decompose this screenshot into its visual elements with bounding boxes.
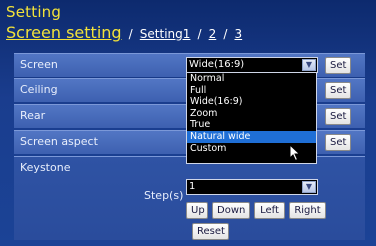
keystone-row: Keystone Step(s) 1 ▼ Up Down Left Right … <box>14 156 365 240</box>
dropdown-option-zoom[interactable]: Zoom <box>187 108 316 120</box>
breadcrumb-separator: / <box>223 27 228 41</box>
screen-select[interactable]: Wide(16:9) ▼ <box>186 57 318 73</box>
breadcrumb: Screen setting / Setting1 / 2 / 3 <box>6 23 370 45</box>
screen-aspect-set-button[interactable]: Set <box>325 134 351 151</box>
keystone-up-button[interactable]: Up <box>186 202 208 219</box>
dropdown-option-true[interactable]: True <box>187 119 316 131</box>
page-link-2[interactable]: 2 <box>209 27 217 41</box>
keystone-down-button[interactable]: Down <box>212 202 250 219</box>
steps-select[interactable]: 1 ▼ <box>186 179 318 195</box>
keystone-label: Keystone <box>20 161 71 174</box>
ceiling-set-button[interactable]: Set <box>325 82 351 99</box>
dropdown-option-normal[interactable]: Normal <box>187 73 316 85</box>
rear-label: Rear <box>20 109 46 122</box>
breadcrumb-separator: / <box>197 27 202 41</box>
screen-aspect-label: Screen aspect <box>20 135 98 148</box>
screen-set-button[interactable]: Set <box>325 57 351 74</box>
page-link-setting1[interactable]: Setting1 <box>140 27 191 41</box>
settings-window: Setting Screen setting / Setting1 / 2 / … <box>0 0 376 246</box>
breadcrumb-separator: / <box>128 27 133 41</box>
mouse-pointer-icon <box>289 144 301 162</box>
dropdown-option-natural-wide[interactable]: Natural wide <box>187 130 316 143</box>
dropdown-option-wide[interactable]: Wide(16:9) <box>187 96 316 108</box>
rear-set-button[interactable]: Set <box>325 108 351 125</box>
steps-label: Step(s) <box>144 189 184 202</box>
page-link-3[interactable]: 3 <box>235 27 243 41</box>
dropdown-option-full[interactable]: Full <box>187 85 316 97</box>
keystone-reset-button[interactable]: Reset <box>192 223 229 240</box>
page-title: Setting <box>6 3 62 21</box>
steps-select-value: 1 <box>189 181 196 192</box>
chevron-down-icon[interactable]: ▼ <box>302 59 316 71</box>
screen-label: Screen <box>20 58 58 71</box>
screen-select-value: Wide(16:9) <box>189 59 245 70</box>
keystone-right-button[interactable]: Right <box>289 202 326 219</box>
chevron-down-icon[interactable]: ▼ <box>302 181 316 193</box>
section-title-link[interactable]: Screen setting <box>6 23 122 42</box>
ceiling-label: Ceiling <box>20 83 58 96</box>
keystone-left-button[interactable]: Left <box>254 202 285 219</box>
